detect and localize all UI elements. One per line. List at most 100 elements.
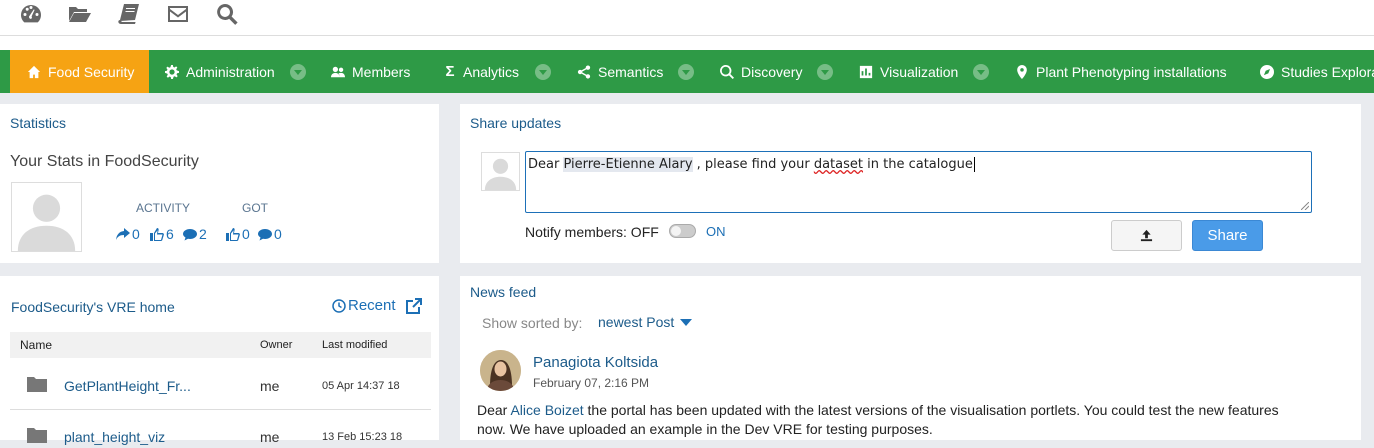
thumbs-up-icon	[226, 228, 240, 241]
nav-label: Food Security	[48, 63, 135, 80]
stats-subtitle: Your Stats in FoodSecurity	[10, 153, 199, 170]
discovery-dropdown-caret[interactable]	[817, 64, 833, 80]
administration-dropdown-caret[interactable]	[290, 64, 306, 80]
nav-plant-phenotyping[interactable]: Plant Phenotyping installations	[1014, 50, 1227, 93]
nav-discovery[interactable]: Discovery	[719, 50, 802, 93]
nav-studies-explorer[interactable]: Studies Explora	[1259, 50, 1374, 93]
spacer-strip	[0, 36, 1374, 50]
author-avatar	[480, 350, 521, 391]
folder-icon	[27, 376, 47, 392]
share-text-mid: , please find your	[692, 157, 814, 172]
compass-icon	[1259, 64, 1275, 80]
stat-got-likes[interactable]: 0	[226, 226, 250, 242]
poster-avatar-placeholder	[481, 152, 520, 191]
got-comments-count: 0	[274, 226, 282, 242]
share-mention[interactable]: Pierre-Etienne Alary	[563, 157, 693, 172]
post-text-before: Dear	[477, 402, 511, 418]
statistics-title: Statistics	[10, 115, 67, 131]
statistics-panel: Statistics Your Stats in FoodSecurity AC…	[0, 104, 439, 263]
clock-icon	[332, 298, 346, 313]
top-toolbar	[0, 0, 1374, 36]
stat-got-comments[interactable]: 0	[258, 226, 282, 242]
share-arrow-icon	[116, 228, 130, 240]
analytics-dropdown-caret[interactable]	[535, 64, 551, 80]
stat-posts[interactable]: 0	[116, 226, 140, 242]
share-text-after: in the catalogue	[863, 157, 973, 172]
upload-icon	[1140, 229, 1153, 242]
nav-members[interactable]: Members	[330, 50, 410, 93]
stat-comments[interactable]: 2	[183, 226, 207, 242]
share-textarea[interactable]: Dear Pierre-Etienne Alary , please find …	[525, 151, 1312, 213]
recent-label: Recent	[348, 297, 396, 314]
nav-label: Administration	[186, 63, 275, 80]
got-likes-count: 0	[242, 226, 250, 242]
envelope-icon[interactable]	[164, 2, 192, 26]
comments-icon	[183, 229, 197, 241]
post-body: Dear Alice Boizet the portal has been up…	[477, 401, 1357, 439]
folder-open-icon[interactable]	[66, 2, 94, 26]
nav-label: Plant Phenotyping installations	[1036, 63, 1227, 80]
got-label: GOT	[242, 201, 268, 215]
notify-on-label: ON	[706, 224, 726, 239]
post-text-line1: the portal has been updated with the lat…	[583, 402, 1279, 418]
posts-count: 0	[132, 226, 140, 242]
nav-analytics[interactable]: Σ Analytics	[443, 50, 519, 93]
resize-handle-icon[interactable]	[1301, 202, 1309, 210]
visualization-dropdown-caret[interactable]	[973, 64, 989, 80]
nav-label: Semantics	[598, 63, 664, 80]
post-date: February 07, 2:16 PM	[533, 376, 650, 390]
comments-count: 2	[199, 226, 207, 242]
recent-link[interactable]: Recent	[332, 297, 396, 314]
thumbs-up-icon	[150, 228, 164, 241]
vre-title[interactable]: FoodSecurity's VRE home	[11, 299, 175, 315]
nav-visualization[interactable]: Visualization	[858, 50, 958, 93]
nav-food-security[interactable]: Food Security	[10, 50, 149, 93]
col-modified-header[interactable]: Last modified	[322, 339, 387, 351]
row-owner: me	[260, 429, 280, 445]
col-name-header[interactable]: Name	[20, 338, 52, 352]
feed-title: News feed	[470, 284, 537, 300]
activity-label: ACTIVITY	[136, 201, 191, 215]
notify-toggle[interactable]	[669, 224, 696, 238]
comments-icon	[258, 229, 272, 241]
sorted-by-label: Show sorted by:	[482, 315, 583, 331]
row-name-link[interactable]: GetPlantHeight_Fr...	[64, 378, 191, 394]
gear-icon	[164, 64, 180, 80]
upload-button[interactable]	[1111, 220, 1182, 251]
nav-label: Members	[352, 63, 411, 80]
share-button[interactable]: Share	[1192, 220, 1263, 251]
row-name-link[interactable]: plant_height_viz	[64, 429, 165, 445]
share-title: Share updates	[470, 115, 562, 131]
share-misspelled-word: dataset	[813, 157, 863, 172]
map-marker-icon	[1014, 64, 1030, 80]
nav-label: Visualization	[880, 63, 959, 80]
notify-label: Notify members: OFF	[525, 224, 659, 240]
row-modified: 13 Feb 15:23 18	[322, 431, 403, 443]
stat-likes[interactable]: 6	[150, 226, 174, 242]
share-icon	[576, 64, 592, 80]
text-cursor	[973, 157, 975, 172]
caret-down-icon	[680, 318, 693, 326]
col-owner-header[interactable]: Owner	[260, 339, 292, 351]
semantics-dropdown-caret[interactable]	[678, 64, 694, 80]
chart-icon	[858, 64, 874, 80]
folder-icon	[27, 427, 47, 443]
sort-dropdown[interactable]: newest Post	[598, 314, 693, 330]
external-link-icon[interactable]	[404, 296, 424, 316]
main-nav: Food Security Administration Members Σ A…	[0, 50, 1374, 93]
dashboard-icon[interactable]	[17, 2, 45, 26]
sigma-icon: Σ	[445, 63, 455, 80]
search-icon[interactable]	[213, 2, 241, 26]
nav-administration[interactable]: Administration	[164, 50, 275, 93]
post-author-link[interactable]: Panagiota Koltsida	[533, 354, 658, 371]
nav-semantics[interactable]: Semantics	[576, 50, 663, 93]
post-mention[interactable]: Alice Boizet	[510, 402, 583, 418]
home-icon	[26, 64, 42, 80]
users-icon	[330, 64, 346, 80]
share-text-before: Dear	[528, 157, 564, 172]
sort-value: newest Post	[598, 314, 675, 330]
row-owner: me	[260, 378, 280, 394]
vre-home-panel: FoodSecurity's VRE home Recent Name Owne…	[0, 276, 439, 445]
book-icon[interactable]	[115, 2, 143, 26]
user-avatar-placeholder	[11, 182, 82, 252]
